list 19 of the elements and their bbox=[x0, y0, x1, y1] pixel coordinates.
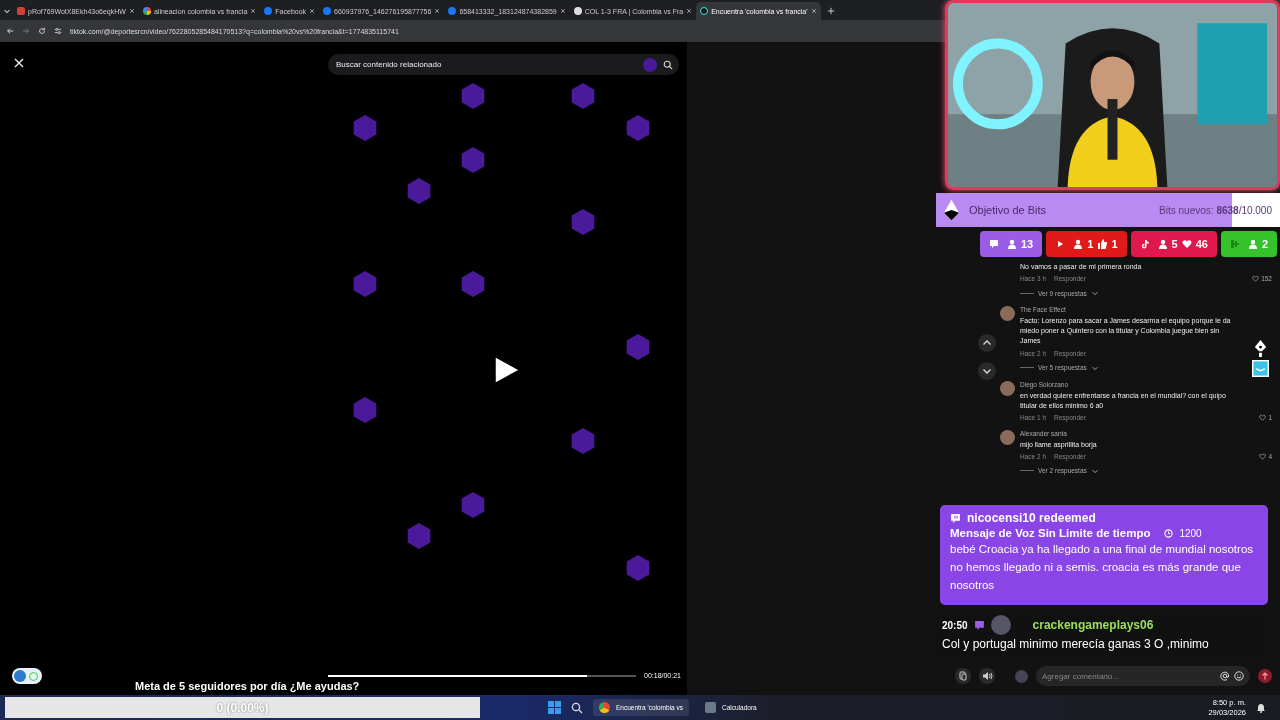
counter-value: 1 bbox=[1111, 238, 1118, 250]
bits-goal-title: Objetivo de Bits bbox=[969, 204, 1047, 216]
search-field[interactable]: Buscar contenido relacionado bbox=[328, 53, 637, 76]
counter-value: 13 bbox=[1021, 238, 1034, 250]
chat-time: 20:50 bbox=[942, 619, 968, 631]
alert-message: bebé Croacia ya ha llegado a una final de mundial nosotros no hemos llegado ni a semis. croacia es más grande que nosotros bbox=[950, 542, 1255, 593]
comment-bar[interactable]: Agregar comentario... bbox=[1036, 666, 1250, 686]
comment-field[interactable]: Agregar comentario... bbox=[1036, 665, 1216, 687]
counter-value: 1 bbox=[1087, 238, 1094, 250]
chat-text: Col y portugal minimo merecía ganas 3 O ,minimo bbox=[942, 637, 1210, 651]
reward-title: Mensaje de Voz Sin Limite de tiempo bbox=[950, 527, 1151, 539]
search-bar[interactable]: Buscar contenido relacionado bbox=[328, 54, 679, 75]
counter-value: 2 bbox=[1261, 238, 1268, 250]
counter-value: 5 bbox=[1171, 238, 1178, 250]
alert-user: nicocensi10 redeemed bbox=[967, 511, 1096, 525]
counter-value: 46 bbox=[1195, 238, 1208, 250]
follower-goal-title: Meta de 5 seguidores por día ¿Me ayudas? bbox=[135, 680, 360, 692]
reward-cost: 1200 bbox=[1179, 527, 1202, 539]
chat-username: crackengameplays06 bbox=[1032, 618, 1154, 632]
